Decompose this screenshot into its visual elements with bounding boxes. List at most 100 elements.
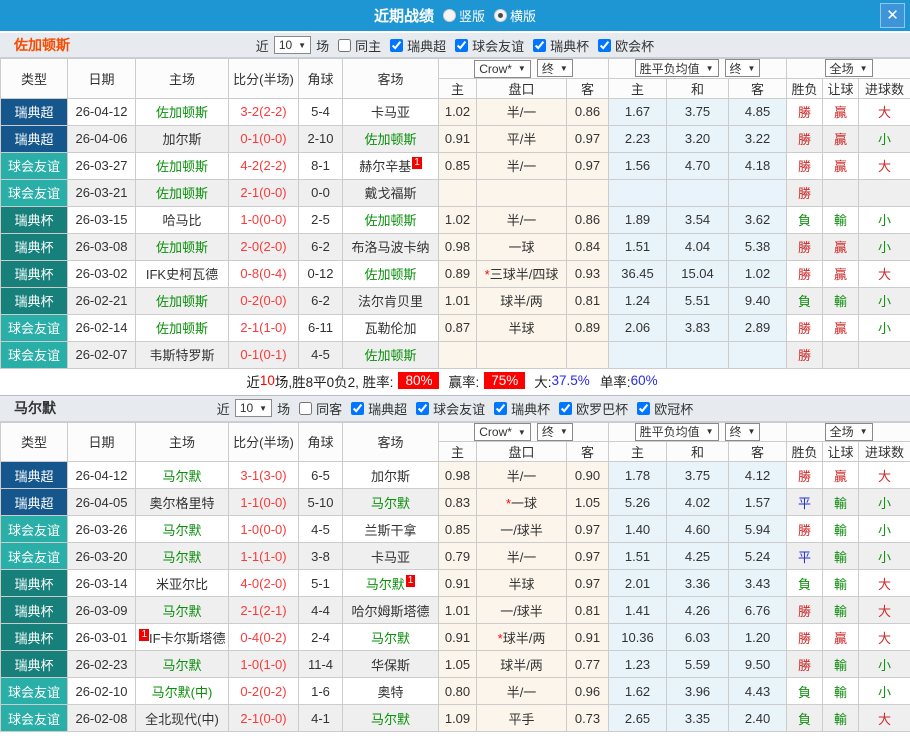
league-checkbox-2[interactable] <box>533 38 547 52</box>
result-cell-0: 平 <box>786 542 824 570</box>
mean-type-select[interactable]: 胜平负均值 ▼ <box>634 59 719 78</box>
odds-source-select[interactable]: Crow* ▼ <box>474 59 531 78</box>
result-cell-1: 輸 <box>822 596 860 624</box>
home-team: 马尔默 <box>162 658 201 673</box>
result-cell-1: 輸 <box>822 515 860 543</box>
league-checkbox-3[interactable] <box>559 401 573 415</box>
league-checkbox-4[interactable] <box>637 401 651 415</box>
subcolumn-header: 客 <box>728 441 788 462</box>
results-table: 类型 日期 主场 比分(半场) 角球 客场 Crow* ▼ 终 ▼ 胜平负均值 ▼ 终 ▼ 全场 ▼ 主盘口客主… <box>0 58 910 369</box>
dropdown-arrow-icon: ▼ <box>559 427 568 436</box>
mean-odds-cell-1: 4.02 <box>666 488 730 516</box>
table-row: 瑞典杯 26-03-15 哈马比 1-0(0-0) 2-5 佐加顿斯 1.02 半/一 0.86… <box>0 205 910 234</box>
corner-cell: 0-12 <box>298 259 343 288</box>
same-venue-label: 同客 <box>316 401 343 417</box>
away-team-label: 佐加顿斯 <box>364 132 417 147</box>
result-cell-0: 勝 <box>786 232 824 261</box>
league-type-cell: 球会友谊 <box>0 340 68 369</box>
team-section-1: 马尔默近 10 ▼ 场同客 瑞典超 球会友谊 瑞典杯 欧罗巴杯 欧冠杯 类型 日期 主场 比分(半场) 角… <box>0 394 910 732</box>
home-team-cell: 加尔斯 <box>135 124 229 153</box>
result-cell-2: 小 <box>858 488 910 516</box>
odds-cell-2: 1.05 <box>565 488 610 516</box>
league-checkbox-0[interactable] <box>351 401 365 415</box>
league-checkbox-label: 瑞典超 <box>407 38 447 54</box>
league-checkbox-1[interactable] <box>416 401 430 415</box>
home-team-cell: 佐加顿斯 <box>135 151 229 180</box>
score-cell: 0-1(0-1) <box>228 340 299 369</box>
mean-odds-cell-1: 3.36 <box>666 569 730 597</box>
scope-select-value: 全场 <box>829 61 854 76</box>
close-button[interactable]: ✕ <box>880 3 905 28</box>
layout-radio-vertical[interactable]: 竖版 <box>442 6 485 25</box>
odds-cell-0: 0.79 <box>438 542 477 570</box>
odds-cell-2: 0.89 <box>565 313 610 342</box>
home-team-cell: 1 IF卡尔斯塔德 <box>135 623 229 651</box>
score-cell: 1-0(1-0) <box>228 650 299 678</box>
mean-time-select-value: 终 <box>729 61 742 76</box>
recent-count-select[interactable]: 10 ▼ <box>273 36 312 54</box>
col-corner-header: 角球 <box>298 58 343 99</box>
corner-cell: 4-5 <box>298 340 343 369</box>
score-cell: 0-8(0-4) <box>228 259 299 288</box>
away-team-cell: 马尔默 <box>342 704 439 732</box>
home-team-label: 马尔默 <box>162 468 202 484</box>
away-team-label: 布洛马波卡纳 <box>351 240 430 255</box>
date-cell: 26-03-15 <box>67 205 136 234</box>
home-team: 佐加顿斯 <box>156 321 208 336</box>
away-team: 佐加顿斯 <box>364 213 416 228</box>
result-cell-0: 勝 <box>786 313 824 342</box>
odds-cell-1: *球半/两 <box>476 623 567 651</box>
result-cell-0: 勝 <box>786 259 824 288</box>
mean-odds-cell-1: 3.96 <box>666 677 730 705</box>
odds-time-select[interactable]: 终 ▼ <box>536 59 573 77</box>
away-team: 卡马亚 <box>371 550 410 565</box>
subcolumn-header: 盘口 <box>476 441 567 462</box>
recent-count-select-value: 10 <box>278 38 293 52</box>
recent-count-select[interactable]: 10 ▼ <box>234 399 273 417</box>
home-team-label: 哈马比 <box>162 213 202 228</box>
layout-radio-horizontal[interactable]: 横版 <box>494 6 536 25</box>
mean-time-select[interactable]: 终 ▼ <box>724 422 761 441</box>
subcolumn-header: 主 <box>438 441 477 462</box>
odds-time-select[interactable]: 终 ▼ <box>536 422 573 441</box>
odds-cell-2: 0.73 <box>565 704 610 732</box>
result-cell-0: 勝 <box>786 97 824 126</box>
result-cell-2: 小 <box>858 542 910 570</box>
away-team-cell: 佐加顿斯 <box>342 205 439 234</box>
mean-odds-cell-0: 1.51 <box>608 232 668 261</box>
mean-odds-cell-1: 3.20 <box>666 124 730 153</box>
same-venue-checkbox[interactable] <box>338 38 352 52</box>
league-checkbox-2[interactable] <box>494 401 508 415</box>
away-team: 马尔默 <box>371 496 410 511</box>
league-checkbox-1[interactable] <box>455 38 469 52</box>
date-cell: 26-03-01 <box>67 623 136 651</box>
mean-time-select[interactable]: 终 ▼ <box>724 59 761 78</box>
mean-odds-cell-1: 3.75 <box>666 97 730 126</box>
home-team-cell: 米亚尔比 <box>135 569 229 597</box>
same-venue-checkbox[interactable] <box>299 401 313 415</box>
result-cell-0: 勝 <box>786 461 824 489</box>
away-team-label: 马尔默 <box>370 630 410 646</box>
league-checkbox-0[interactable] <box>390 38 404 52</box>
away-team-cell: 兰斯干拿 <box>342 515 439 543</box>
league-checkbox-3[interactable] <box>598 38 612 52</box>
scope-select[interactable]: 全场 ▼ <box>824 59 873 78</box>
scope-select[interactable]: 全场 ▼ <box>824 422 873 441</box>
away-team: 马尔默 1 <box>366 574 416 592</box>
result-cell-2: 大 <box>858 151 910 180</box>
away-team-cell: 奥特 <box>342 677 439 705</box>
home-team: 加尔斯 <box>162 132 201 147</box>
odds-cell-0: 0.91 <box>438 623 477 651</box>
table-row: 瑞典杯 26-02-21 佐加顿斯 0-2(0-0) 6-2 法尔肯贝里 1.01 球半/两 0… <box>0 286 910 315</box>
mean-odds-cell-2: 9.50 <box>728 650 788 678</box>
result-cell-1: 贏 <box>822 151 860 180</box>
home-team-label: 加尔斯 <box>162 132 202 147</box>
date-cell: 26-03-09 <box>67 596 136 624</box>
home-team: 佐加顿斯 <box>156 294 208 309</box>
home-team: 佐加顿斯 <box>156 159 208 174</box>
recent-label: 近 <box>216 401 230 417</box>
odds-cell-0: 0.83 <box>438 488 477 516</box>
mean-type-select[interactable]: 胜平负均值 ▼ <box>634 422 719 441</box>
odds-source-select[interactable]: Crow* ▼ <box>474 423 531 441</box>
corner-cell: 8-1 <box>298 151 343 180</box>
